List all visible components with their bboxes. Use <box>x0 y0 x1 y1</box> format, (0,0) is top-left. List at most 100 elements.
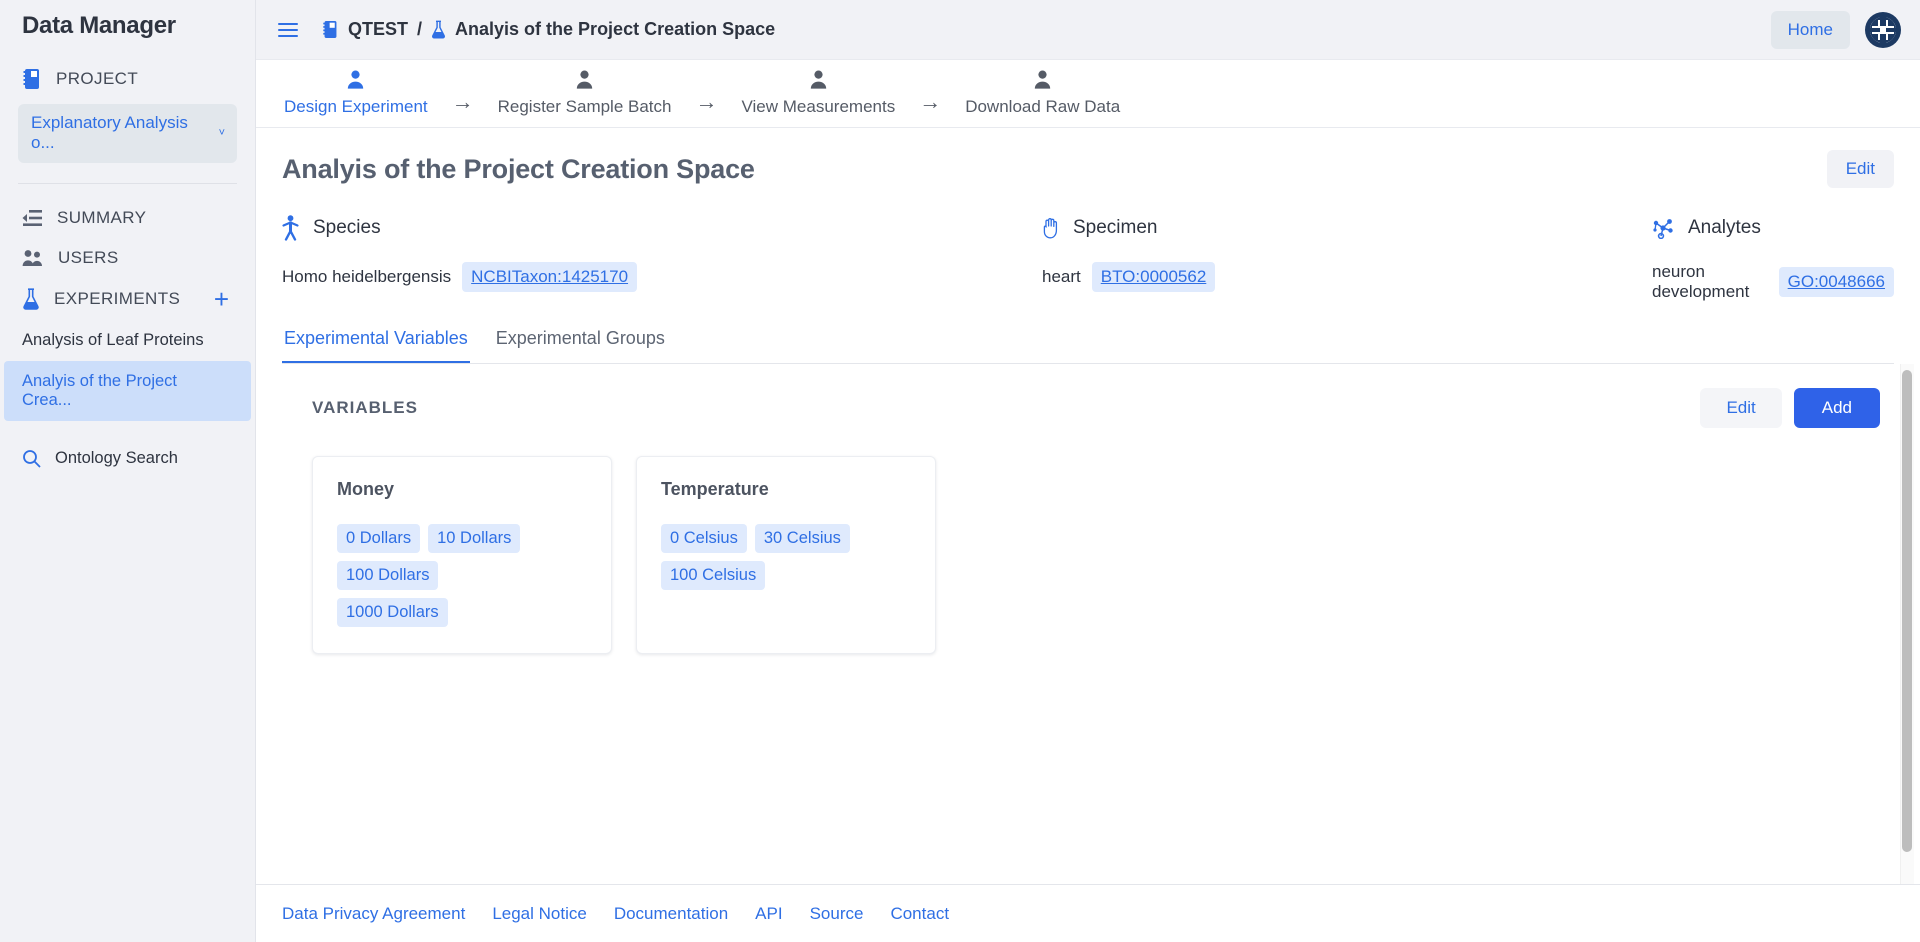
users-icon <box>22 249 44 267</box>
metadata-specimen-value: heart <box>1042 267 1081 287</box>
variable-card-title: Temperature <box>661 479 911 500</box>
sidebar-section-project: PROJECT <box>0 58 255 100</box>
user-avatar[interactable] <box>1864 11 1902 49</box>
variables-panel: VARIABLES Edit Add Money 0 Dollars 10 Do… <box>256 364 1920 884</box>
metadata-species-value: Homo heidelbergensis <box>282 267 451 287</box>
notebook-icon <box>322 20 339 39</box>
metadata-analytes-value-row: neuron development GO:0048666 <box>1652 262 1894 302</box>
sidebar-experiment-project-creation-space[interactable]: Analyis of the Project Crea... <box>4 361 251 421</box>
workflow-step-label: Register Sample Batch <box>498 97 672 117</box>
app-root: Data Manager PROJECT Explanatory Analysi… <box>0 0 1920 942</box>
sidebar-item-ontology-search[interactable]: Ontology Search <box>0 435 255 478</box>
sidebar-section-experiments-label: EXPERIMENTS <box>54 289 200 309</box>
arrow-right-icon: → <box>901 89 959 127</box>
variable-card-temperature[interactable]: Temperature 0 Celsius 30 Celsius 100 Cel… <box>636 456 936 654</box>
hamburger-icon[interactable] <box>278 23 298 37</box>
metadata-analytes-ontology-id[interactable]: GO:0048666 <box>1779 267 1894 297</box>
metadata-specimen-header: Specimen <box>1042 214 1652 242</box>
variable-level-chip[interactable]: 100 Celsius <box>661 561 765 590</box>
project-selector[interactable]: Explanatory Analysis o... ˅ <box>18 104 237 163</box>
metadata-analytes-header: Analytes <box>1652 214 1761 242</box>
flask-icon <box>22 288 40 310</box>
app-brand-title: Data Manager <box>0 0 255 58</box>
content-area: Analyis of the Project Creation Space Ed… <box>256 128 1920 884</box>
metadata-species-label: Species <box>313 217 381 239</box>
workflow-step-download-raw-data[interactable]: Download Raw Data <box>959 70 1126 127</box>
variable-level-chip[interactable]: 0 Dollars <box>337 524 420 553</box>
workflow-step-design-experiment[interactable]: Design Experiment <box>278 70 434 127</box>
metadata-specimen-label: Specimen <box>1073 217 1158 239</box>
metadata-specimen-ontology-id[interactable]: BTO:0000562 <box>1092 262 1216 292</box>
edit-experiment-button[interactable]: Edit <box>1827 150 1894 188</box>
summary-list-icon <box>22 209 43 227</box>
variables-section-title: VARIABLES <box>312 398 418 418</box>
variable-level-chip[interactable]: 10 Dollars <box>428 524 520 553</box>
footer-link-documentation[interactable]: Documentation <box>614 904 728 924</box>
sidebar-item-users-label: USERS <box>58 248 119 268</box>
sidebar-item-summary[interactable]: SUMMARY <box>0 198 255 238</box>
sidebar: Data Manager PROJECT Explanatory Analysi… <box>0 0 256 942</box>
metadata-analytes-label: Analytes <box>1688 217 1761 239</box>
metadata-specimen: Specimen heart BTO:0000562 <box>1042 214 1652 302</box>
add-variable-button[interactable]: Add <box>1794 388 1880 428</box>
variables-section-header: VARIABLES Edit Add <box>312 388 1880 428</box>
variable-cards: Money 0 Dollars 10 Dollars 100 Dollars 1… <box>312 456 1880 654</box>
variables-panel-inner: VARIABLES Edit Add Money 0 Dollars 10 Do… <box>256 364 1920 654</box>
workflow-steps: Design Experiment → Register Sample Batc… <box>256 60 1920 128</box>
variable-card-money[interactable]: Money 0 Dollars 10 Dollars 100 Dollars 1… <box>312 456 612 654</box>
breadcrumb-separator: / <box>417 19 422 40</box>
sidebar-item-summary-label: SUMMARY <box>57 208 146 228</box>
person-icon <box>810 70 827 94</box>
workflow-step-register-sample-batch[interactable]: Register Sample Batch <box>492 70 678 127</box>
sidebar-experiment-leaf-proteins[interactable]: Analysis of Leaf Proteins <box>0 320 255 361</box>
metadata-species-value-row: Homo heidelbergensis NCBITaxon:1425170 <box>282 262 1042 292</box>
top-bar-actions: Home <box>1771 11 1902 49</box>
footer-link-api[interactable]: API <box>755 904 782 924</box>
metadata-species: Species Homo heidelbergensis NCBITaxon:1… <box>282 214 1042 302</box>
person-icon <box>347 70 364 94</box>
page-title: Analyis of the Project Creation Space <box>282 154 755 185</box>
tab-experimental-groups[interactable]: Experimental Groups <box>494 324 667 364</box>
breadcrumb: QTEST / Analyis of the Project Creation … <box>322 19 775 40</box>
scrollbar-thumb[interactable] <box>1902 370 1912 852</box>
page-header: Analyis of the Project Creation Space Ed… <box>256 128 1920 198</box>
footer: Data Privacy Agreement Legal Notice Docu… <box>256 884 1920 942</box>
home-button[interactable]: Home <box>1771 11 1850 49</box>
add-experiment-button[interactable]: + <box>214 290 235 308</box>
breadcrumb-project-name[interactable]: QTEST <box>348 19 408 40</box>
variable-level-chip[interactable]: 1000 Dollars <box>337 598 448 627</box>
arrow-right-icon: → <box>678 89 736 127</box>
workflow-step-label: Design Experiment <box>284 97 428 117</box>
project-selector-label: Explanatory Analysis o... <box>31 113 213 153</box>
hand-icon <box>1042 217 1059 239</box>
person-icon <box>1034 70 1051 94</box>
search-icon <box>22 449 41 468</box>
footer-link-source[interactable]: Source <box>810 904 864 924</box>
variable-level-chip[interactable]: 0 Celsius <box>661 524 747 553</box>
sidebar-section-project-label: PROJECT <box>56 69 138 89</box>
arrow-right-icon: → <box>434 89 492 127</box>
variable-level-chip[interactable]: 30 Celsius <box>755 524 850 553</box>
variable-levels: 0 Dollars 10 Dollars 100 Dollars 1000 Do… <box>337 524 552 627</box>
metadata-specimen-value-row: heart BTO:0000562 <box>1042 262 1652 292</box>
main-area: QTEST / Analyis of the Project Creation … <box>256 0 1920 942</box>
workflow-step-view-measurements[interactable]: View Measurements <box>736 70 902 127</box>
footer-link-data-privacy-agreement[interactable]: Data Privacy Agreement <box>282 904 465 924</box>
metadata-analytes: Analytes neuron development GO:0048666 <box>1652 214 1894 302</box>
variable-levels: 0 Celsius 30 Celsius 100 Celsius <box>661 524 876 590</box>
breadcrumb-experiment-name: Analyis of the Project Creation Space <box>455 19 775 40</box>
molecule-icon <box>1652 217 1674 239</box>
metadata-analytes-value: neuron development <box>1652 262 1768 302</box>
flask-icon <box>431 20 446 39</box>
top-bar: QTEST / Analyis of the Project Creation … <box>256 0 1920 60</box>
metadata-species-ontology-id[interactable]: NCBITaxon:1425170 <box>462 262 637 292</box>
footer-link-contact[interactable]: Contact <box>890 904 949 924</box>
variables-section-actions: Edit Add <box>1700 388 1880 428</box>
edit-variables-button[interactable]: Edit <box>1700 388 1781 428</box>
person-icon <box>576 70 593 94</box>
sidebar-item-users[interactable]: USERS <box>0 238 255 278</box>
tab-experimental-variables[interactable]: Experimental Variables <box>282 324 470 364</box>
variable-level-chip[interactable]: 100 Dollars <box>337 561 438 590</box>
footer-link-legal-notice[interactable]: Legal Notice <box>492 904 587 924</box>
vertical-scrollbar[interactable] <box>1900 364 1914 884</box>
